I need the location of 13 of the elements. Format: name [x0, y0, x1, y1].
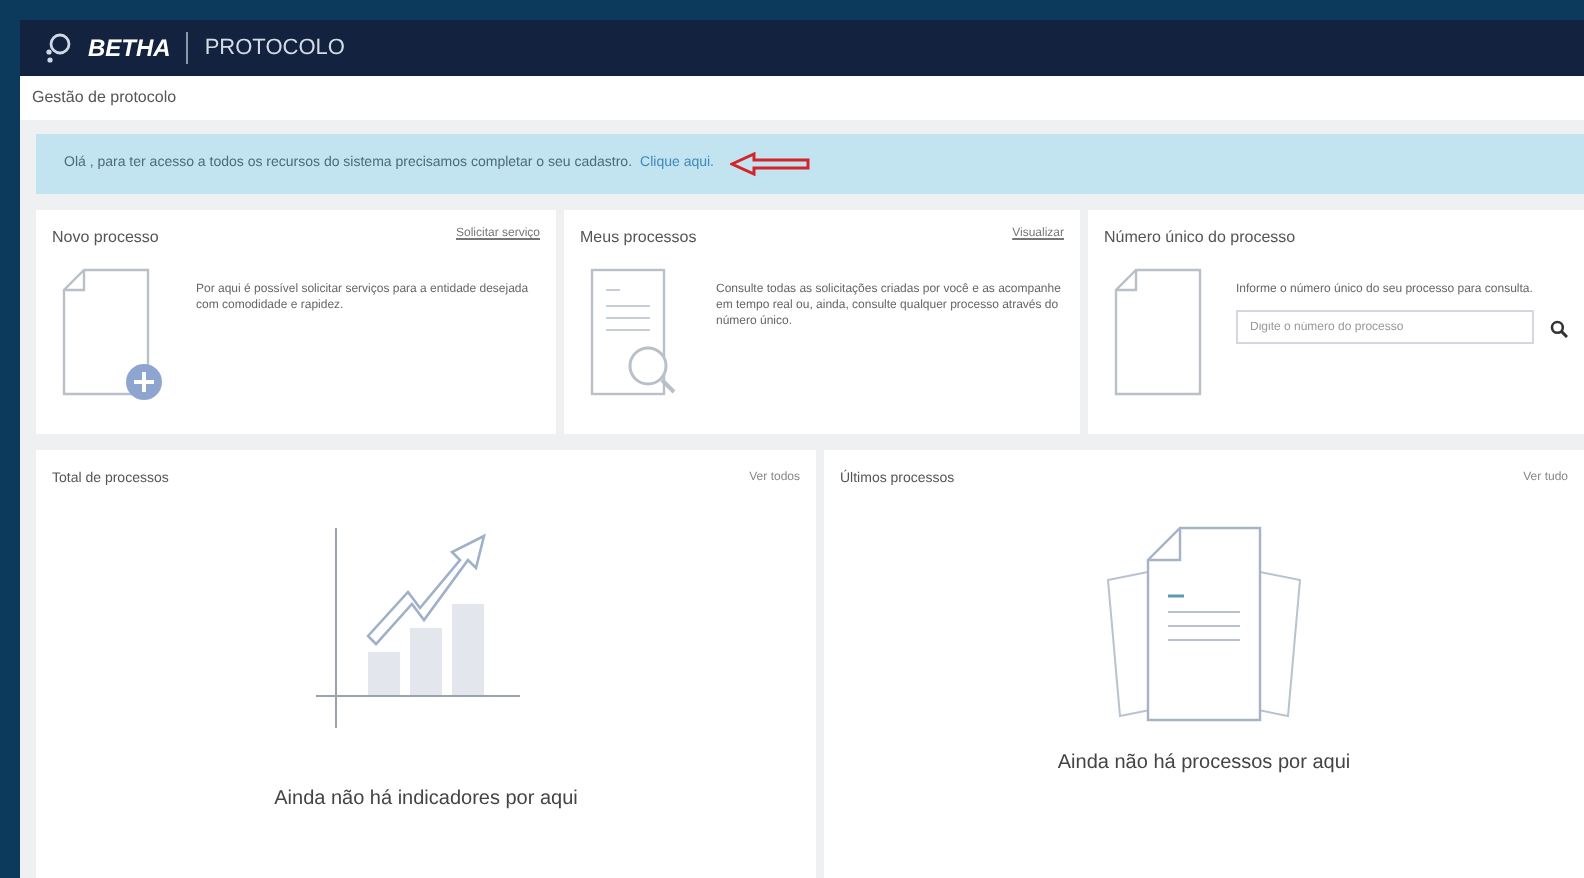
product-name: PROTOCOLO [204, 33, 345, 64]
document-icon [1112, 266, 1204, 398]
card-title: Número único do processo [1104, 226, 1296, 250]
brand-name: BETHA [88, 32, 171, 66]
new-document-icon [60, 266, 164, 406]
arrow-icon [730, 152, 810, 176]
empty-state-message: Ainda não há indicadores por aqui [274, 785, 578, 813]
logo-icon [44, 32, 72, 64]
card-title: Meus processos [580, 226, 697, 250]
breadcrumb: Gestão de protocolo [32, 86, 177, 110]
empty-state-message: Ainda não há processos por aqui [1057, 749, 1351, 777]
card-title: Novo processo [52, 226, 159, 250]
search-icon[interactable] [1550, 320, 1568, 338]
